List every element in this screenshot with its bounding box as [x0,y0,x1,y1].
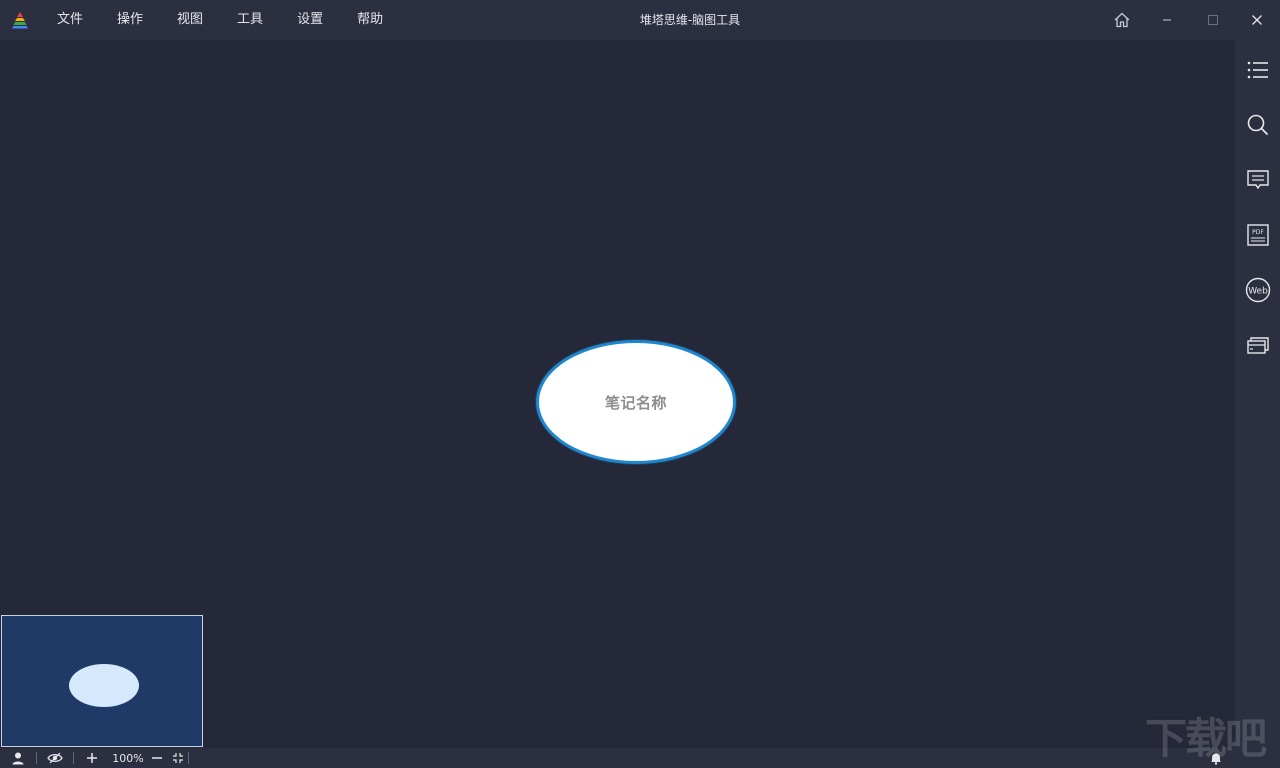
zoom-level: 100% [112,751,144,765]
window-title: 堆塔思维-脑图工具 [639,13,741,27]
title-bar: 文件 操作 视图 工具 设置 帮助 堆塔思维-脑图工具 [0,0,1280,40]
zoom-in-button[interactable] [74,748,110,768]
cards-icon [1247,337,1269,354]
minimap[interactable] [1,615,203,747]
eye-icon [47,752,63,764]
close-icon [1252,15,1262,25]
pdf-icon: PDF [1247,224,1269,246]
svg-text:Web: Web [1248,287,1268,297]
plus-icon [87,753,97,763]
menu-tools[interactable]: 工具 [220,0,280,40]
comment-button[interactable] [1243,165,1273,195]
minus-icon [152,757,162,759]
menu-view[interactable]: 视图 [160,0,220,40]
app-logo-icon [12,12,28,29]
outline-button[interactable] [1243,55,1273,85]
right-toolbar: PDF Web [1235,40,1280,748]
minimap-toggle-button[interactable] [37,748,73,768]
menu-bar: 文件 操作 视图 工具 设置 帮助 [40,0,400,40]
menu-operate[interactable]: 操作 [100,0,160,40]
comment-icon [1247,170,1269,190]
svg-text:PDF: PDF [1252,229,1264,236]
export-pdf-button[interactable]: PDF [1243,220,1273,250]
home-button[interactable] [1110,8,1134,32]
outline-list-icon [1247,61,1268,79]
root-topic-node[interactable]: 笔记名称 [536,340,736,464]
menu-help[interactable]: 帮助 [340,0,400,40]
minimize-button[interactable] [1155,8,1179,32]
maximize-icon [1208,15,1218,25]
root-topic-label: 笔记名称 [604,393,667,412]
user-button[interactable] [0,748,36,768]
minimize-icon [1163,19,1171,21]
divider [188,752,189,764]
minimap-node [69,664,139,707]
zoom-out-button[interactable] [146,748,168,768]
search-button[interactable] [1243,110,1273,140]
menu-settings[interactable]: 设置 [280,0,340,40]
maximize-button[interactable] [1201,8,1225,32]
home-icon [1114,12,1130,28]
user-icon [12,752,24,765]
close-button[interactable] [1245,8,1269,32]
fit-view-button[interactable] [168,748,188,768]
cards-button[interactable] [1243,330,1273,360]
search-icon [1247,114,1269,136]
collapse-arrows-icon [173,753,183,763]
web-icon: Web [1245,277,1271,303]
menu-file[interactable]: 文件 [40,0,100,40]
watermark-logo: 下载吧 [1145,714,1267,763]
export-web-button[interactable]: Web [1243,275,1273,305]
status-bar: 100% [0,748,1280,768]
